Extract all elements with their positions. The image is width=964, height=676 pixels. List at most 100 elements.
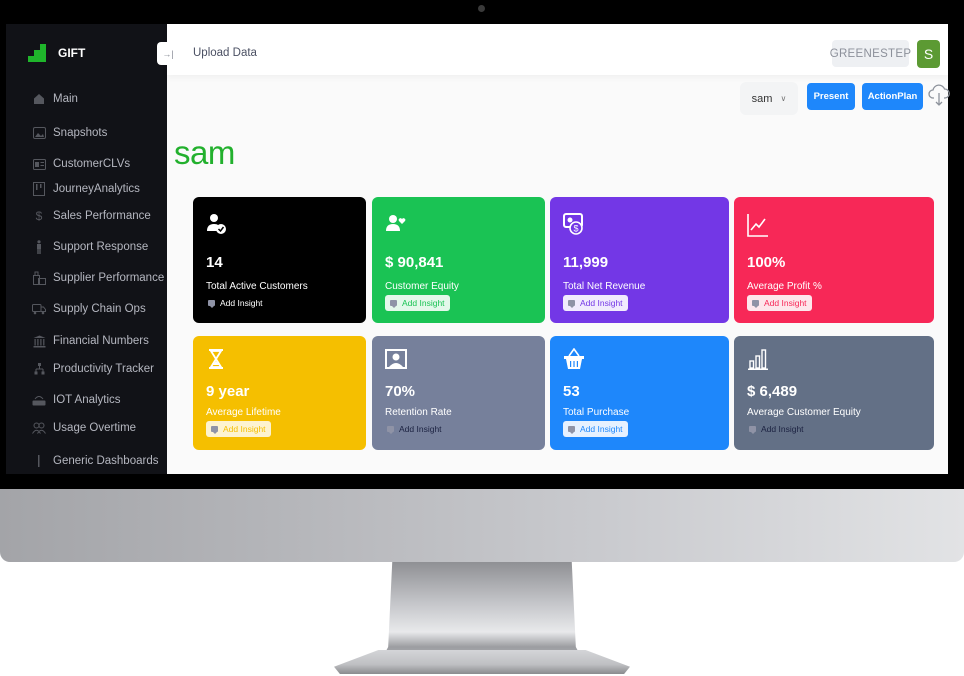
sidebar-item-label: Productivity Tracker — [53, 363, 154, 375]
sidebar-item-generic-dashboards[interactable]: Generic Dashboards — [32, 454, 167, 468]
topbar: Upload Data GREENESTEP S — [167, 24, 948, 75]
sidebar-item-label: Sales Performance — [53, 210, 151, 222]
sidebar-item-main[interactable]: Main — [32, 92, 167, 106]
sidebar-item-financial-numbers[interactable]: Financial Numbers — [32, 334, 167, 348]
kpi-label: Retention Rate — [385, 407, 452, 418]
add-insight-button[interactable]: Add Insight — [206, 421, 271, 437]
kpi-card-average-customer-equity[interactable]: $ 6,489 Average Customer Equity Add Insi… — [734, 336, 934, 450]
kpi-label: Total Purchase — [563, 407, 630, 418]
app-screen: GIFT Main Snapshots CustomerCLVs Journey… — [6, 24, 950, 474]
hierarchy-icon — [32, 362, 46, 376]
svg-text:$: $ — [573, 224, 578, 234]
add-insight-button[interactable]: Add Insight — [563, 421, 628, 437]
kpi-value: 70% — [385, 383, 416, 400]
kpi-card-total-purchase[interactable]: 53 Total Purchase Add Insight — [550, 336, 729, 450]
cloud-download-icon[interactable] — [928, 83, 950, 107]
person-standing-icon — [32, 240, 46, 254]
sidebar-item-label: Supplier Performance — [53, 272, 165, 284]
kpi-value: 9 year — [206, 383, 250, 400]
arrow-right-bar-icon: →| — [162, 48, 174, 59]
kpi-value: $ 6,489 — [747, 383, 798, 400]
monitor-stand-foot — [334, 650, 630, 674]
dollar-icon: $ — [35, 209, 43, 223]
sidebar-item-iot-analytics[interactable]: IOT Analytics — [32, 393, 167, 407]
comment-icon — [211, 426, 218, 434]
kpi-card-average-profit[interactable]: 100% Average Profit % Add Insight — [734, 197, 934, 323]
add-insight-label: Add Insight — [761, 424, 804, 434]
sidebar-item-label: Support Response — [53, 241, 149, 253]
sidebar-item-label: Usage Overtime — [53, 422, 137, 434]
kpi-label: Average Customer Equity — [747, 407, 861, 418]
comment-icon — [568, 426, 575, 434]
user-avatar[interactable]: S — [917, 40, 940, 68]
kpi-card-retention-rate[interactable]: 70% Retention Rate Add Insight — [372, 336, 545, 450]
comment-icon — [749, 426, 756, 434]
add-insight-button[interactable]: Add Insight — [206, 295, 268, 311]
comment-icon — [387, 426, 394, 434]
logo-icon — [28, 44, 46, 62]
bar-chart-icon — [747, 348, 769, 370]
sidebar-item-sales-performance[interactable]: $ Sales Performance — [32, 209, 167, 223]
sidebar-item-label: CustomerCLVs — [53, 158, 131, 170]
sidebar-item-productivity-tracker[interactable]: Productivity Tracker — [32, 362, 167, 376]
kpi-card-total-active-customers[interactable]: 14 Total Active Customers Add Insight — [193, 197, 366, 323]
add-insight-button[interactable]: Add Insight — [747, 295, 812, 311]
add-insight-button[interactable]: Add Insight — [385, 421, 447, 437]
present-button[interactable]: Present — [807, 83, 855, 110]
kpi-value: 11,999 — [563, 254, 609, 271]
basket-icon — [563, 347, 585, 370]
sidebar-item-support-response[interactable]: Support Response — [32, 240, 167, 254]
sidebar-item-label: IOT Analytics — [53, 394, 121, 406]
kpi-value: $ 90,841 — [385, 254, 444, 271]
add-insight-button[interactable]: Add Insight — [747, 421, 809, 437]
sidebar-item-snapshots[interactable]: Snapshots — [32, 126, 167, 140]
comment-icon — [390, 300, 397, 308]
sidebar-item-customerclvs[interactable]: CustomerCLVs — [32, 157, 167, 171]
sidebar-item-supplier-performance[interactable]: Supplier Performance — [32, 271, 167, 285]
page-title: sam — [174, 134, 235, 171]
kpi-label: Average Lifetime — [206, 407, 281, 418]
luggage-icon — [32, 271, 46, 285]
bar-icon — [32, 454, 46, 468]
camera-dot — [478, 5, 485, 12]
hourglass-icon — [206, 348, 228, 370]
add-insight-label: Add Insight — [399, 424, 442, 434]
home-icon — [32, 92, 46, 106]
user-select[interactable]: sam ∨ — [740, 82, 798, 115]
portrait-icon — [385, 348, 407, 370]
kpi-label: Total Active Customers — [206, 281, 308, 292]
bank-icon — [32, 334, 46, 348]
kpi-value: 100% — [747, 254, 786, 271]
monitor-stand-neck — [380, 562, 584, 662]
monitor-chin — [0, 489, 964, 562]
sidebar-item-journeyanalytics[interactable]: JourneyAnalytics — [32, 182, 167, 196]
kanban-icon — [32, 182, 46, 196]
app-logo[interactable]: GIFT — [28, 44, 85, 62]
users-icon — [32, 421, 46, 435]
sidebar-item-supply-chain-ops[interactable]: Supply Chain Ops — [32, 302, 167, 316]
image-icon — [32, 126, 46, 140]
org-badge[interactable]: GREENESTEP — [830, 40, 911, 67]
sidebar: GIFT Main Snapshots CustomerCLVs Journey… — [6, 24, 167, 474]
add-insight-label: Add Insight — [402, 298, 445, 308]
sidebar-item-label: Main — [53, 93, 78, 105]
sidebar-item-usage-overtime[interactable]: Usage Overtime — [32, 421, 167, 435]
sidebar-collapse-button[interactable]: →| — [157, 42, 179, 65]
upload-data-link[interactable]: Upload Data — [193, 47, 257, 59]
add-insight-button[interactable]: Add Insight — [563, 295, 628, 311]
add-insight-label: Add Insight — [580, 424, 623, 434]
user-select-value: sam — [751, 92, 773, 105]
kpi-card-customer-equity[interactable]: $ 90,841 Customer Equity Add Insight — [372, 197, 545, 323]
kpi-card-average-lifetime[interactable]: 9 year Average Lifetime Add Insight — [193, 336, 366, 450]
money-icon: $ — [563, 213, 585, 235]
sidebar-item-label: Financial Numbers — [53, 335, 149, 347]
sidebar-item-label: Generic Dashboards — [53, 455, 159, 467]
add-insight-label: Add Insight — [220, 298, 263, 308]
actionplan-button[interactable]: ActionPlan — [862, 83, 923, 110]
app-name: GIFT — [58, 46, 86, 60]
kpi-card-total-net-revenue[interactable]: $ 11,999 Total Net Revenue Add Insight — [550, 197, 729, 323]
sidebar-item-label: Snapshots — [53, 127, 108, 139]
truck-icon — [32, 302, 46, 316]
chevron-down-icon: ∨ — [780, 94, 787, 103]
add-insight-button[interactable]: Add Insight — [385, 295, 450, 311]
